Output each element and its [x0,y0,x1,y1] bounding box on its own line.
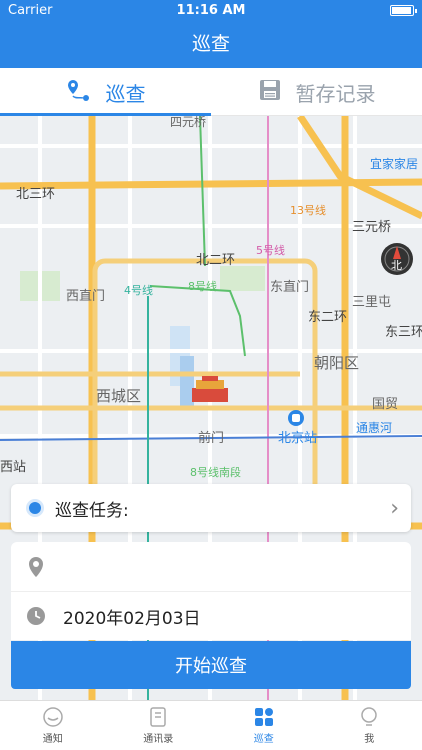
location-pin-icon [23,556,49,578]
battery-icon [390,5,417,16]
tabbar-label: 通知 [42,734,63,745]
map-label: 西站 [0,460,26,475]
date-row[interactable]: 2020年02月03日 [11,591,411,640]
map-label: 国贸 [372,397,398,412]
map-label: 东二环 [308,310,347,325]
tabbar-item-me[interactable]: 我 [317,701,422,750]
map-label: 东直门 [270,280,309,295]
map-label: 三里屯 [352,295,391,310]
task-label: 巡查任务: [55,500,129,521]
contacts-icon [150,707,166,727]
tabbar-label: 巡查 [253,734,274,745]
map-label: 8号线南段 [190,465,241,479]
tabbar-label: 通讯录 [143,734,174,745]
compass-north-label: 北 [391,259,402,272]
location-row[interactable] [11,542,411,591]
patrol-icon [254,708,273,726]
user-icon [361,707,377,726]
map-label: 四元桥 [170,116,206,129]
map-pin-route-icon [66,77,92,108]
tab-saved-records-label: 暂存记录 [295,81,376,106]
landmark-icon [192,376,228,402]
task-dot-icon [29,502,41,514]
map-label: 前门 [198,430,224,446]
clock-icon [23,606,49,626]
map-label: 北京站 [278,431,317,446]
train-station-icon [288,410,304,426]
status-time: 11:16 AM [176,3,246,18]
bottom-tab-bar: 通知 通讯录 巡查 我 [0,700,422,750]
map-label: 4号线 [124,283,153,297]
patrol-task-selector[interactable]: 巡查任务: › [11,484,411,532]
map-label: 西直门 [66,289,105,304]
map-label: 北三环 [16,187,55,202]
nav-bar: 巡查 [0,22,422,68]
notice-icon [43,707,63,727]
patrol-info-card: 2020年02月03日 [11,542,411,640]
chevron-right-icon: › [390,495,399,521]
map-label: 5号线 [256,243,285,257]
tab-saved-records[interactable]: 暂存记录 [211,68,422,116]
map-label: 13号线 [290,203,326,217]
map-label: 8号线 [188,279,217,293]
map-label: 三元桥 [352,220,391,235]
tabbar-item-contacts[interactable]: 通讯录 [106,701,212,750]
tabbar-item-patrol[interactable]: 巡查 [211,701,317,750]
tab-patrol-label: 巡查 [105,81,146,106]
map-label: 西城区 [96,387,141,405]
save-icon [258,78,282,107]
map-label: 宜家家居 [370,156,418,171]
tabbar-label: 我 [364,734,375,745]
date-value: 2020年02月03日 [63,608,201,629]
page-title: 巡查 [191,33,230,55]
compass-icon[interactable]: 北 [380,242,414,276]
tab-patrol[interactable]: 巡查 [0,68,211,116]
map-label: 北二环 [196,253,235,268]
map-label: 通惠河 [356,421,392,435]
tabbar-item-notice[interactable]: 通知 [0,701,106,750]
map-label: 朝阳区 [314,354,359,372]
tab-bar-top: 巡查 暂存记录 [0,68,422,116]
map-label: 东三环 [385,325,422,340]
start-patrol-button[interactable]: 开始巡查 [11,641,411,689]
status-bar: Carrier 11:16 AM [0,0,422,22]
